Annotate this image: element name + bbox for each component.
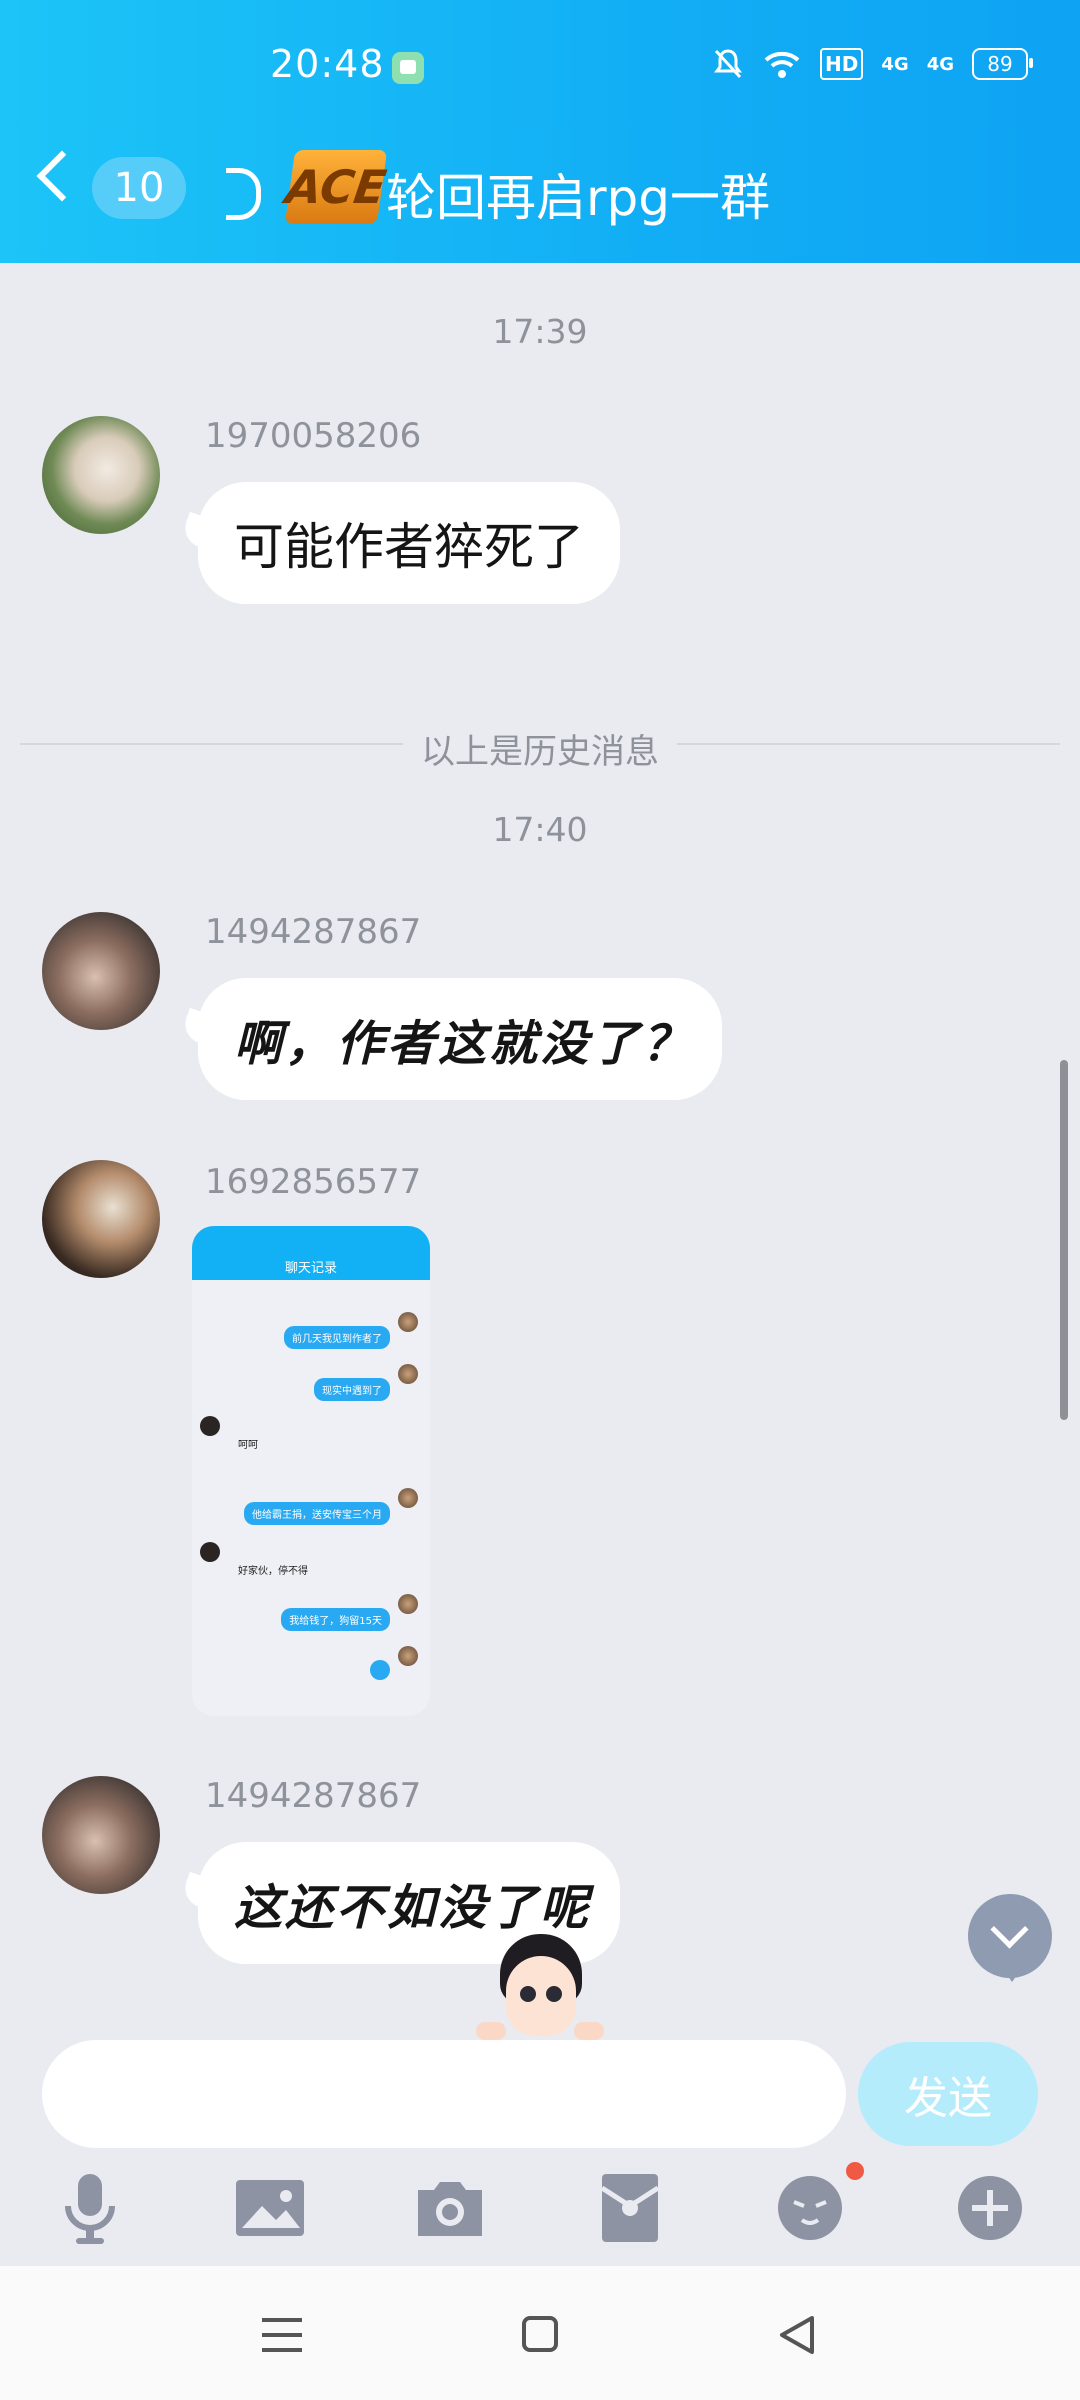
status-time: 20:48 [270, 42, 385, 86]
history-divider-label: 以上是历史消息 [403, 732, 677, 772]
screenshot-avatar [398, 1594, 418, 1614]
red-packet-icon[interactable] [590, 2168, 670, 2258]
screenshot-line: 现实中遇到了 [314, 1378, 390, 1401]
screenshot-line: 呵呵 [238, 1440, 258, 1451]
screenshot-line: 好家伙，停不得 [238, 1566, 308, 1577]
camera-icon[interactable] [410, 2168, 490, 2258]
screenshot-avatar [200, 1542, 220, 1562]
wifi-icon [764, 51, 800, 78]
sender-id: 1494287867 [205, 1776, 422, 1816]
avatar[interactable] [42, 912, 160, 1030]
screenshot-line: 他给霸王捐，送安传宝三个月 [244, 1502, 390, 1525]
message-input[interactable] [42, 2040, 846, 2148]
screenshot-avatar [398, 1646, 418, 1666]
home-icon[interactable] [510, 2310, 570, 2360]
signal-1-icon: 4G [881, 53, 909, 75]
avatar[interactable] [42, 416, 160, 534]
message-bubble[interactable]: 啊，作者这就没了？ [198, 978, 722, 1100]
avatar[interactable] [42, 1160, 160, 1278]
plus-icon[interactable] [950, 2168, 1030, 2258]
send-button[interactable]: 发送 [858, 2042, 1038, 2146]
screenshot-emoji [370, 1660, 390, 1680]
timestamp-1: 17:39 [492, 312, 588, 351]
image-message[interactable]: 聊天记录 前几天我见到作者了 现实中遇到了 呵呵 他给霸王捐，送安传宝三个月 好… [192, 1226, 430, 1716]
screenshot-line: 前几天我见到作者了 [284, 1326, 390, 1349]
ear-mode-icon[interactable] [226, 168, 261, 220]
back-icon[interactable] [36, 150, 88, 202]
image-icon[interactable] [230, 2168, 310, 2258]
app-notification-icon [392, 52, 424, 84]
message-bubble[interactable]: 可能作者猝死了 [198, 482, 620, 604]
group-title[interactable]: 轮回再启rpg一群 [386, 158, 770, 230]
group-logo: ACE [283, 150, 389, 224]
input-toolbar [0, 2168, 1080, 2268]
sender-id: 1692856577 [205, 1162, 422, 1202]
screenshot-line: 我给钱了，狗留15天 [281, 1608, 390, 1631]
back-nav-icon[interactable] [768, 2310, 828, 2360]
sender-id: 1494287867 [205, 912, 422, 952]
system-navigation-bar [0, 2266, 1080, 2400]
chat-header: 20:48 HD 4G 4G 89 10 ACE 轮回再启rpg一群 [0, 0, 1080, 263]
unread-count-badge[interactable]: 10 [92, 157, 186, 219]
scrollbar[interactable] [1060, 1060, 1068, 1420]
mute-bell-icon [714, 49, 743, 79]
screenshot-avatar [398, 1312, 418, 1332]
history-divider: 以上是历史消息 [0, 724, 1080, 773]
menu-icon[interactable] [252, 2310, 312, 2360]
avatar-sticker[interactable] [472, 1930, 608, 2040]
screenshot-avatar [398, 1364, 418, 1384]
notification-dot [846, 2162, 864, 2180]
screenshot-avatar [398, 1488, 418, 1508]
emoji-icon[interactable] [770, 2168, 850, 2258]
microphone-icon[interactable] [50, 2168, 130, 2258]
screenshot-avatar [200, 1416, 220, 1436]
battery-icon: 89 [972, 48, 1033, 80]
scroll-to-bottom-button[interactable] [968, 1894, 1052, 1982]
timestamp-2: 17:40 [492, 810, 588, 849]
status-icons: HD 4G 4G 89 [712, 44, 1033, 84]
signal-2-icon: 4G [926, 53, 954, 75]
screenshot-title: 聊天记录 [284, 1261, 337, 1276]
avatar[interactable] [42, 1776, 160, 1894]
sender-id: 1970058206 [205, 416, 422, 456]
hd-badge: HD [820, 48, 864, 80]
screenshot-header: 聊天记录 [192, 1226, 430, 1280]
